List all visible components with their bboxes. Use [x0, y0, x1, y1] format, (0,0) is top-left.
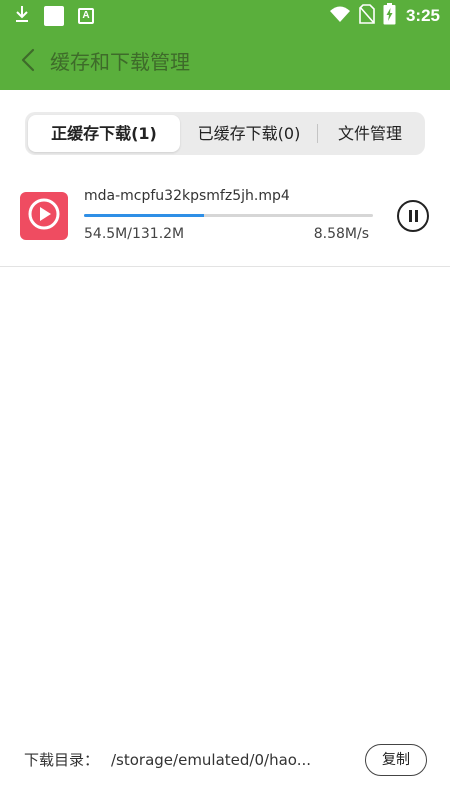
back-button[interactable]	[10, 44, 46, 80]
download-file-name: mda-mcpfu32kpsmfz5jh.mp4	[84, 188, 290, 204]
chevron-left-icon	[20, 48, 36, 76]
notification-square-icon	[44, 6, 64, 26]
status-time: 3:25	[405, 6, 440, 25]
no-sim-icon	[359, 4, 375, 28]
download-progress-fill	[84, 214, 204, 217]
status-bar: A 3:25	[0, 0, 450, 34]
download-directory-label: 下载目录：	[24, 751, 100, 769]
app-a-icon: A	[78, 8, 94, 24]
page-title: 缓存和下载管理	[50, 50, 190, 74]
tab-file-management[interactable]: 文件管理	[318, 115, 422, 152]
download-speed: 8.58M/s	[313, 226, 369, 242]
wifi-icon	[329, 5, 351, 27]
tab-bar: 正缓存下载(1) 已缓存下载(0) 文件管理	[25, 112, 425, 155]
battery-charging-icon	[383, 3, 396, 29]
download-directory-path: /storage/emulated/0/hao...	[111, 751, 311, 769]
video-file-icon	[20, 192, 68, 240]
play-circle-icon	[27, 197, 61, 235]
divider	[0, 266, 450, 267]
copy-button[interactable]: 复制	[365, 744, 427, 776]
pause-button[interactable]	[397, 200, 429, 232]
download-progress-bar	[84, 214, 373, 217]
download-item[interactable]: mda-mcpfu32kpsmfz5jh.mp4 54.5M/131.2M 8.…	[0, 180, 450, 266]
download-icon	[14, 5, 30, 27]
pause-icon	[409, 210, 412, 222]
download-directory-bar: 下载目录： /storage/emulated/0/hao... 复制	[0, 740, 450, 780]
app-bar: 缓存和下载管理	[0, 34, 450, 90]
download-size: 54.5M/131.2M	[84, 226, 185, 242]
tab-downloaded[interactable]: 已缓存下载(0)	[182, 115, 316, 152]
tab-downloading[interactable]: 正缓存下载(1)	[28, 115, 180, 152]
